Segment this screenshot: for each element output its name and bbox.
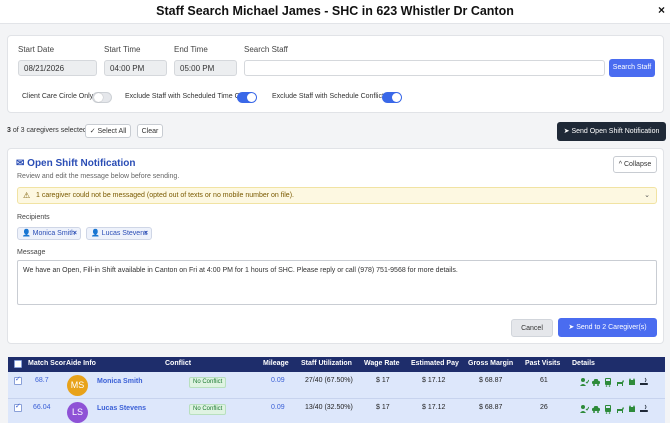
selection-count: 3 of 3 caregivers selected — [7, 127, 87, 134]
aide-name[interactable]: Lucas Stevens — [97, 405, 146, 412]
start-date-label: Start Date — [18, 45, 55, 54]
remove-icon[interactable]: × — [144, 228, 148, 239]
aide-name[interactable]: Monica Smith — [97, 378, 143, 385]
mileage[interactable]: 0.09 — [271, 377, 285, 384]
warning-icon: ⚠ — [23, 191, 31, 200]
check-icon: ✓ — [15, 376, 21, 383]
dog-icon[interactable] — [615, 404, 625, 414]
start-date-input[interactable]: 08/21/2026 — [18, 60, 97, 76]
cat-icon[interactable] — [627, 404, 637, 414]
search-staff-button[interactable]: Search Staff — [609, 59, 655, 77]
end-time-label: End Time — [174, 45, 208, 54]
estimated-pay: $ 17.12 — [422, 377, 446, 384]
paper-plane-icon: ➤ — [563, 128, 570, 135]
recipients-label: Recipients — [17, 214, 50, 221]
col-staff-utilization[interactable]: Staff Utilization — [301, 360, 352, 367]
col-estimated-pay[interactable]: Estimated Pay — [411, 360, 459, 367]
gross-margin: $ 68.87 — [479, 377, 503, 384]
user-icon: 👤 — [91, 230, 100, 237]
chevron-up-icon: ^ — [618, 161, 623, 168]
user-icon: 👤 — [22, 230, 31, 237]
col-mileage[interactable]: Mileage — [263, 360, 289, 367]
gross-margin: $ 68.87 — [479, 404, 503, 411]
check-icon: ✓ — [15, 403, 21, 410]
client-care-circle-label: Client Care Circle Only — [22, 93, 94, 100]
table-row[interactable]: ✓ 66.04 LS Lucas Stevens No Conflict 0.0… — [8, 399, 665, 423]
bus-icon[interactable] — [603, 404, 613, 414]
send-to-caregivers-button[interactable]: ➤ Send to 2 Caregiver(s) — [558, 318, 657, 337]
warning-banner: ⚠ 1 caregiver could not be messaged (opt… — [17, 187, 657, 204]
car-icon[interactable] — [591, 377, 601, 387]
col-gross-margin[interactable]: Gross Margin — [468, 360, 513, 367]
cancel-button[interactable]: Cancel — [511, 319, 553, 337]
close-icon[interactable]: × — [658, 3, 665, 17]
message-label: Message — [17, 249, 46, 256]
check-icon: ✓ — [89, 128, 96, 135]
notification-subtitle: Review and edit the message below before… — [17, 173, 180, 180]
client-care-circle-toggle[interactable] — [92, 92, 112, 103]
past-visits: 61 — [540, 377, 548, 384]
message-textarea[interactable]: We have an Open, Fill-in Shift available… — [17, 260, 657, 305]
staff-utilization: 13/40 (32.50%) — [305, 404, 353, 411]
bus-icon[interactable] — [603, 377, 613, 387]
recipient-chip: 👤 Monica Smith × — [17, 227, 81, 240]
details-icons — [579, 377, 649, 387]
modal-header: Staff Search Michael James - SHC in 623 … — [0, 0, 670, 24]
row-checkbox[interactable]: ✓ — [14, 403, 22, 412]
table-header: Match Score Aide Info Conflict Mileage S… — [8, 357, 665, 372]
exclude-conflicts-toggle[interactable] — [382, 92, 402, 103]
chevron-down-icon[interactable]: ⌄ — [644, 191, 650, 199]
col-wage-rate[interactable]: Wage Rate — [364, 360, 400, 367]
remove-icon[interactable]: × — [73, 228, 77, 239]
col-match-score[interactable]: Match Score — [28, 360, 66, 367]
notification-card: ✉ Open Shift Notification Review and edi… — [7, 148, 664, 344]
person-check-icon[interactable] — [579, 377, 589, 387]
wage-rate: $ 17 — [376, 377, 390, 384]
cat-icon[interactable] — [627, 377, 637, 387]
send-open-shift-button[interactable]: ➤ Send Open Shift Notification — [557, 122, 666, 141]
start-time-input[interactable]: 04:00 PM — [104, 60, 167, 76]
exclude-conflicts-label: Exclude Staff with Schedule Conflicts — [272, 93, 388, 100]
exclude-time-off-toggle[interactable] — [237, 92, 257, 103]
notification-title: ✉ Open Shift Notification — [16, 158, 136, 169]
past-visits: 26 — [540, 404, 548, 411]
collapse-button[interactable]: ^ Collapse — [613, 156, 657, 173]
end-time-input[interactable]: 05:00 PM — [174, 60, 237, 76]
filters-card: Start Date 08/21/2026 Start Time 04:00 P… — [7, 35, 664, 113]
match-score[interactable]: 68.7 — [35, 377, 49, 384]
avatar: MS — [67, 375, 88, 396]
search-staff-input[interactable] — [244, 60, 605, 76]
smoking-icon[interactable] — [639, 404, 649, 414]
row-checkbox[interactable]: ✓ — [14, 376, 22, 385]
avatar: LS — [67, 402, 88, 423]
start-time-label: Start Time — [104, 45, 141, 54]
select-all-checkbox[interactable] — [14, 360, 22, 368]
car-icon[interactable] — [591, 404, 601, 414]
clear-button[interactable]: Clear — [137, 124, 163, 138]
estimated-pay: $ 17.12 — [422, 404, 446, 411]
person-check-icon[interactable] — [579, 404, 589, 414]
warning-text: 1 caregiver could not be messaged (opted… — [36, 192, 294, 199]
mileage[interactable]: 0.09 — [271, 404, 285, 411]
details-icons — [579, 404, 649, 414]
col-past-visits[interactable]: Past Visits — [525, 360, 560, 367]
recipient-chip: 👤 Lucas Stevens × — [86, 227, 152, 240]
exclude-time-off-label: Exclude Staff with Scheduled Time Off — [125, 93, 244, 100]
col-details[interactable]: Details — [572, 360, 595, 367]
search-staff-label: Search Staff — [244, 45, 288, 54]
staff-utilization: 27/40 (67.50%) — [305, 377, 353, 384]
smoking-icon[interactable] — [639, 377, 649, 387]
col-aide-info[interactable]: Aide Info — [66, 360, 96, 367]
table-row[interactable]: ✓ 68.7 MS Monica Smith No Conflict 0.09 … — [8, 372, 665, 399]
select-all-button[interactable]: ✓ Select All — [85, 124, 131, 138]
paper-plane-icon: ➤ — [568, 324, 575, 331]
conflict-badge: No Conflict — [189, 377, 227, 388]
conflict-badge: No Conflict — [189, 404, 227, 415]
dog-icon[interactable] — [615, 377, 625, 387]
col-conflict[interactable]: Conflict — [165, 360, 191, 367]
match-score[interactable]: 66.04 — [33, 404, 51, 411]
envelope-icon: ✉ — [16, 158, 25, 169]
modal-title: Staff Search Michael James - SHC in 623 … — [156, 4, 514, 18]
wage-rate: $ 17 — [376, 404, 390, 411]
